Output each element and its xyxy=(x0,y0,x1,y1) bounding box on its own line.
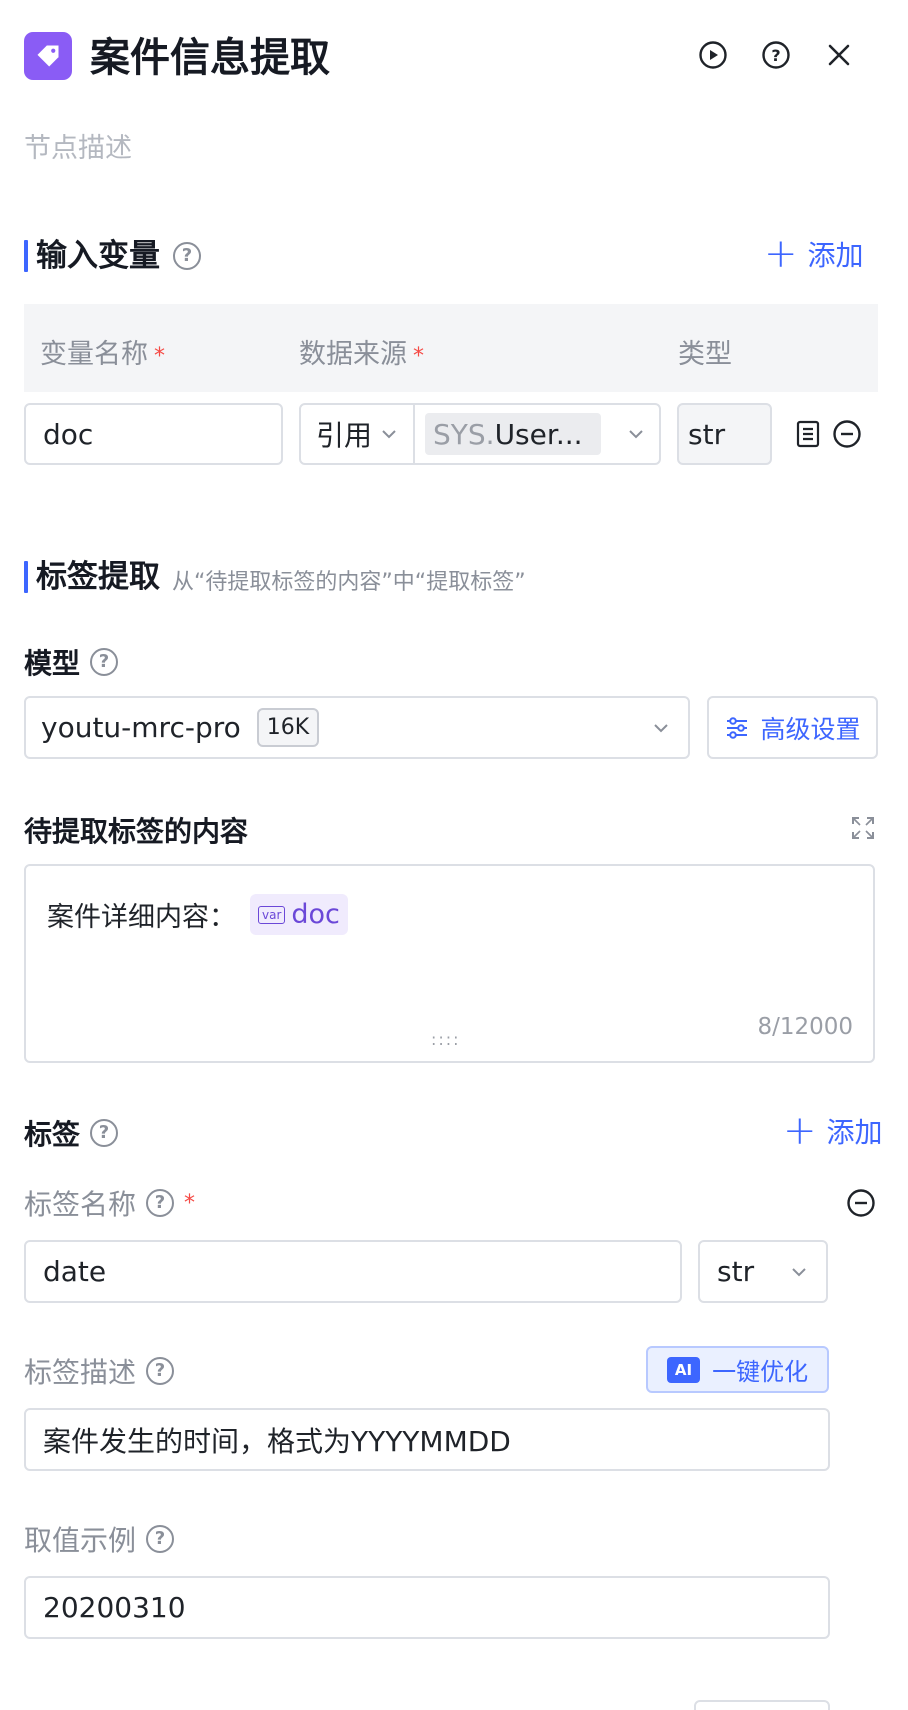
extract-title: 标签提取 xyxy=(36,559,160,595)
var-badge: var xyxy=(258,905,286,924)
tags-help-icon[interactable]: ? xyxy=(90,1119,119,1147)
plus-icon: + xyxy=(764,231,798,277)
model-help-icon[interactable]: ? xyxy=(90,648,119,676)
var-name-value: doc xyxy=(43,417,94,451)
tag-name-input[interactable]: date xyxy=(24,1240,682,1303)
list-icon[interactable] xyxy=(795,420,821,452)
source-ref-value: User... xyxy=(494,417,583,451)
tag-name-help-icon[interactable]: ? xyxy=(146,1189,175,1217)
close-icon[interactable] xyxy=(822,38,856,72)
play-circle-icon[interactable] xyxy=(696,38,730,72)
model-name: youtu-mrc-pro xyxy=(41,711,241,744)
example-label: 取值示例 ? xyxy=(24,1519,175,1559)
page-title: 案件信息提取 xyxy=(90,35,330,81)
content-editor[interactable]: 案件详细内容： var doc :::: 8/12000 xyxy=(24,864,875,1063)
add-tag-button[interactable]: + 添加 xyxy=(783,1111,883,1151)
model-select[interactable]: youtu-mrc-pro 16K xyxy=(24,696,690,759)
add-input-var-label: 添加 xyxy=(807,239,864,272)
model-label: 模型 ? xyxy=(24,642,119,682)
input-vars-help-icon[interactable]: ? xyxy=(173,242,201,270)
content-text: 案件详细内容： xyxy=(47,902,236,933)
expand-icon[interactable] xyxy=(850,815,876,845)
chevron-down-icon xyxy=(792,1267,806,1276)
var-type-value: str xyxy=(688,417,726,451)
minus-circle-icon[interactable] xyxy=(846,1188,876,1222)
example-input[interactable]: 20200310 xyxy=(24,1576,830,1639)
source-ref-chip[interactable]: SYS. User... xyxy=(425,413,601,455)
example-value: 20200310 xyxy=(43,1591,186,1624)
ai-optimize-button[interactable]: AI 一键优化 xyxy=(646,1346,829,1393)
question-circle-icon[interactable]: ? xyxy=(759,38,793,72)
tag-name-value: date xyxy=(43,1255,107,1288)
plus-icon: + xyxy=(783,1108,817,1154)
example-help-icon[interactable]: ? xyxy=(146,1525,175,1553)
next-field-partial xyxy=(694,1700,830,1710)
tag-desc-label: 标签描述 ? xyxy=(24,1351,175,1391)
var-reference-chip[interactable]: var doc xyxy=(250,894,348,935)
add-tag-label: 添加 xyxy=(826,1116,883,1149)
col-type: 类型 xyxy=(678,339,732,370)
sliders-icon xyxy=(727,716,748,739)
chevron-down-icon xyxy=(382,430,396,439)
source-ref-prefix: SYS. xyxy=(433,417,495,451)
char-counter: 8/12000 xyxy=(757,1014,853,1040)
minus-circle-icon[interactable] xyxy=(832,419,862,453)
resize-handle[interactable]: :::: xyxy=(431,1030,461,1049)
var-name-input[interactable]: doc xyxy=(24,403,283,465)
data-source-field[interactable]: 引用 SYS. User... xyxy=(299,403,661,465)
content-label: 待提取标签的内容 xyxy=(24,815,249,848)
svg-text:?: ? xyxy=(771,46,780,65)
chevron-down-icon[interactable] xyxy=(627,425,645,443)
col-var-name: 变量名称 * xyxy=(40,339,165,370)
add-input-var-button[interactable]: + 添加 xyxy=(764,234,864,274)
section-accent-bar xyxy=(24,561,28,593)
source-mode-value: 引用 xyxy=(316,419,373,452)
section-accent-bar xyxy=(24,240,28,272)
input-vars-title: 输入变量 xyxy=(36,238,160,274)
var-reference-name: doc xyxy=(291,899,340,930)
chevron-down-icon xyxy=(654,723,668,732)
ai-badge: AI xyxy=(666,1356,701,1383)
tag-desc-input[interactable]: 案件发生的时间，格式为YYYYMMDD xyxy=(24,1408,830,1471)
source-mode-select[interactable]: 引用 xyxy=(301,405,415,463)
node-description-input[interactable]: 节点描述 xyxy=(24,126,132,165)
tag-type-value: str xyxy=(717,1255,755,1288)
tags-title: 标签 ? xyxy=(24,1113,119,1153)
tag-icon xyxy=(24,32,72,80)
tag-type-select[interactable]: str xyxy=(698,1240,828,1303)
var-type-field: str xyxy=(677,403,772,465)
extract-subtitle: 从“待提取标签的内容”中“提取标签” xyxy=(172,570,526,595)
col-data-source: 数据来源 * xyxy=(299,339,424,370)
ai-optimize-label: 一键优化 xyxy=(712,1358,809,1386)
advanced-settings-label: 高级设置 xyxy=(760,714,861,744)
tag-name-label: 标签名称 ? * xyxy=(24,1188,196,1221)
tag-desc-help-icon[interactable]: ? xyxy=(146,1357,175,1385)
context-badge: 16K xyxy=(256,708,320,747)
tag-desc-value: 案件发生的时间，格式为YYYYMMDD xyxy=(43,1424,511,1458)
advanced-settings-button[interactable]: 高级设置 xyxy=(707,696,878,759)
